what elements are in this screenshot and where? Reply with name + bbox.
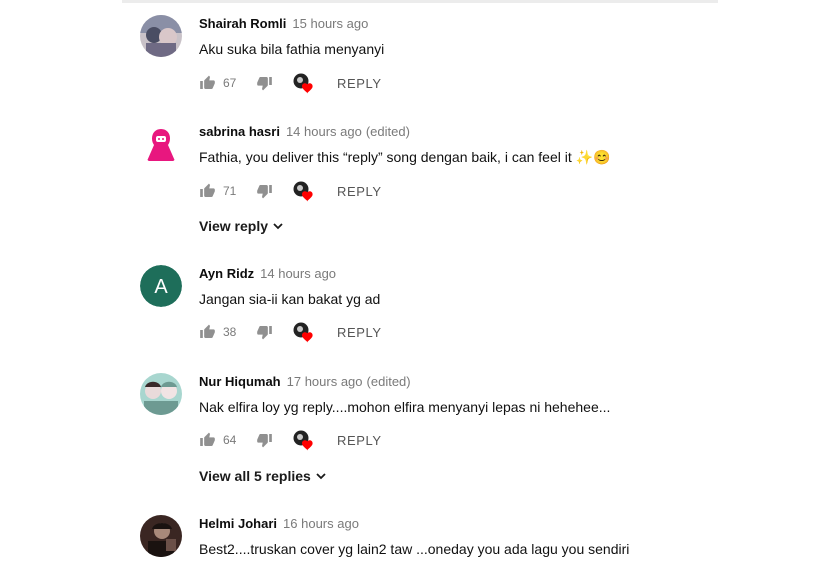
comment-time[interactable]: 14 hours ago (286, 124, 362, 139)
like-button[interactable]: 64 (199, 430, 236, 450)
avatar[interactable]: A (140, 265, 182, 307)
view-replies-button[interactable]: View all 5 replies (199, 468, 327, 484)
chevron-down-icon (268, 220, 284, 232)
comment-actions: 67 REPLY (199, 72, 619, 94)
thumb-down-icon (256, 75, 273, 91)
creator-heart-icon (292, 429, 316, 451)
comment-text: Aku suka bila fathia menyanyi (199, 41, 385, 57)
like-count: 64 (223, 433, 237, 447)
reply-button[interactable]: REPLY (337, 433, 382, 448)
dislike-button[interactable] (256, 73, 273, 93)
view-replies-label: View reply (199, 218, 269, 234)
thumb-down-icon (256, 432, 273, 448)
avatar[interactable] (140, 123, 182, 165)
view-replies-button[interactable]: View reply (199, 218, 284, 234)
dislike-button[interactable] (256, 430, 273, 450)
reply-button[interactable]: REPLY (337, 325, 382, 340)
view-replies-label: View all 5 replies (199, 468, 311, 484)
creator-heart[interactable] (292, 180, 316, 202)
like-button[interactable]: 67 (199, 73, 236, 93)
creator-heart[interactable] (292, 321, 316, 343)
comment-text: Best2....truskan cover yg lain2 taw ...o… (199, 541, 630, 557)
thumb-up-icon (199, 183, 216, 199)
reply-button[interactable]: REPLY (337, 76, 382, 91)
thumb-up-icon (199, 75, 216, 91)
thumb-down-icon (256, 183, 273, 199)
comment-author[interactable]: sabrina hasri (199, 124, 280, 139)
like-count: 38 (223, 325, 237, 339)
creator-heart-icon (292, 321, 316, 343)
comment-time[interactable]: 16 hours ago (283, 516, 359, 531)
thumb-up-icon (199, 324, 216, 340)
comment-author[interactable]: Shairah Romli (199, 16, 286, 31)
dislike-button[interactable] (256, 181, 273, 201)
creator-heart-icon (292, 180, 316, 202)
creator-heart[interactable] (292, 72, 316, 94)
like-count: 67 (223, 76, 237, 90)
comment-actions: 38 REPLY (199, 321, 619, 343)
creator-heart-icon (292, 72, 316, 94)
comment-author[interactable]: Nur Hiqumah (199, 374, 281, 389)
like-count: 71 (223, 184, 237, 198)
comment-time[interactable]: 17 hours ago (287, 374, 363, 389)
avatar[interactable] (140, 515, 182, 557)
like-button[interactable]: 71 (199, 181, 236, 201)
comment-text: Fathia, you deliver this “reply” song de… (199, 149, 611, 165)
edited-label: (edited) (365, 124, 410, 139)
comment-time[interactable]: 14 hours ago (260, 266, 336, 281)
comment-author[interactable]: Helmi Johari (199, 516, 277, 531)
comment-time[interactable]: 15 hours ago (292, 16, 368, 31)
top-divider (122, 0, 718, 3)
dislike-button[interactable] (256, 322, 273, 342)
comment-author[interactable]: Ayn Ridz (199, 266, 254, 281)
like-button[interactable]: 38 (199, 322, 236, 342)
avatar[interactable] (140, 373, 182, 415)
comment-text: Nak elfira loy yg reply....mohon elfira … (199, 399, 611, 415)
comment-actions: 64 REPLY (199, 429, 619, 451)
avatar[interactable] (140, 15, 182, 57)
thumb-down-icon (256, 324, 273, 340)
chevron-down-icon (311, 470, 327, 482)
creator-heart[interactable] (292, 429, 316, 451)
comment-text: Jangan sia-ii kan bakat yg ad (199, 291, 381, 307)
reply-button[interactable]: REPLY (337, 184, 382, 199)
avatar-letter: A (154, 276, 168, 298)
thumb-up-icon (199, 432, 216, 448)
edited-label: (edited) (366, 374, 411, 389)
comment-actions: 71 REPLY (199, 180, 619, 202)
